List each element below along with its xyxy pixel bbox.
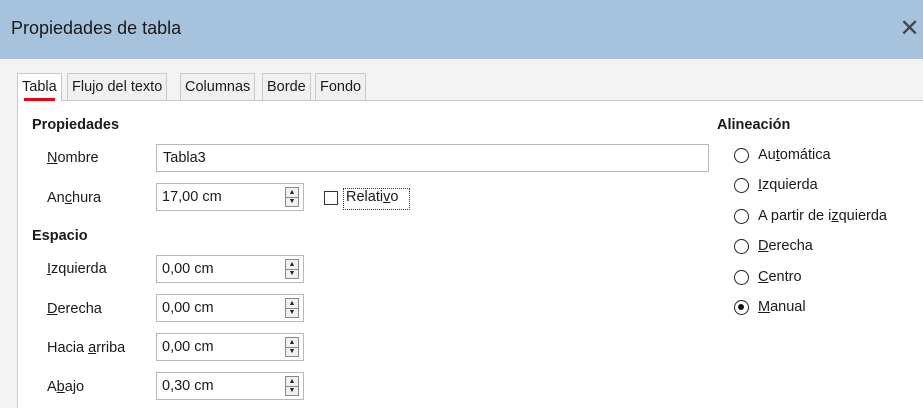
radio-manual[interactable]	[734, 300, 749, 315]
left-spacing-label: Izquierda	[47, 261, 107, 277]
top-spacing-spinbox[interactable]: 0,00 cm ▲ ▼	[156, 333, 304, 361]
tab-label: Flujo del texto	[72, 79, 163, 95]
radio-centro[interactable]	[734, 270, 749, 285]
left-spin-buttons[interactable]: ▲ ▼	[285, 259, 299, 279]
top-spacing-label: Hacia arriba	[47, 340, 126, 356]
radio-derecha[interactable]	[734, 239, 749, 254]
left-spacing-spinbox[interactable]: 0,00 cm ▲ ▼	[156, 255, 304, 283]
tab-fondo[interactable]: Fondo	[315, 73, 367, 100]
radio-izquierda[interactable]	[734, 178, 749, 193]
tab-label: Fondo	[320, 79, 362, 95]
top-spin-buttons[interactable]: ▲ ▼	[285, 337, 299, 357]
right-spacing-label: Derecha	[47, 301, 102, 317]
radio-label-centro[interactable]: Centro	[758, 269, 802, 285]
properties-heading: Propiedades	[32, 117, 120, 133]
radio-label-a-partir-de-izquierda[interactable]: A partir de izquierda	[758, 208, 887, 224]
tab-label: Columnas	[185, 79, 251, 95]
width-spinbox[interactable]: 17,00 cm ▲ ▼	[156, 183, 304, 211]
tab-borde[interactable]: Borde	[262, 73, 311, 100]
spin-down-icon[interactable]: ▼	[286, 386, 298, 395]
tab-tabla[interactable]: Tabla	[17, 73, 62, 101]
bottom-spacing-value: 0,30 cm	[162, 378, 214, 394]
close-icon[interactable]: ✕	[896, 14, 923, 44]
radio-label-automatica[interactable]: Automática	[758, 147, 831, 163]
bottom-spacing-spinbox[interactable]: 0,30 cm ▲ ▼	[156, 372, 304, 400]
title-bar: Propiedades de tabla ✕	[0, 0, 923, 59]
spin-down-icon[interactable]: ▼	[286, 269, 298, 278]
radio-label-izquierda[interactable]: Izquierda	[758, 177, 818, 193]
width-value: 17,00 cm	[162, 189, 222, 205]
relative-label[interactable]: Relativo	[346, 189, 398, 205]
right-spacing-spinbox[interactable]: 0,00 cm ▲ ▼	[156, 294, 304, 322]
window-title: Propiedades de tabla	[11, 18, 182, 38]
alignment-heading: Alineación	[717, 117, 791, 133]
active-tab-indicator	[24, 98, 55, 101]
tab-label: Tabla	[22, 79, 57, 95]
top-spacing-value: 0,00 cm	[162, 339, 214, 355]
left-spacing-value: 0,00 cm	[162, 261, 214, 277]
spin-down-icon[interactable]: ▼	[286, 347, 298, 356]
radio-automatica[interactable]	[734, 148, 749, 163]
relative-checkbox[interactable]	[324, 191, 338, 205]
radio-a-partir-de-izquierda[interactable]	[734, 209, 749, 224]
tab-flujo-del-texto[interactable]: Flujo del texto	[67, 73, 168, 100]
name-field[interactable]	[156, 144, 709, 172]
bottom-spacing-label: Abajo	[47, 379, 85, 395]
right-spacing-value: 0,00 cm	[162, 300, 214, 316]
tab-label: Borde	[267, 79, 306, 95]
width-label: Anchura	[47, 190, 102, 206]
spin-down-icon[interactable]: ▼	[286, 308, 298, 317]
tab-columnas[interactable]: Columnas	[180, 73, 256, 100]
radio-label-manual[interactable]: Manual	[758, 299, 806, 315]
bottom-spin-buttons[interactable]: ▲ ▼	[285, 376, 299, 396]
width-spin-buttons[interactable]: ▲ ▼	[285, 187, 299, 207]
spacing-heading: Espacio	[32, 228, 88, 244]
radio-label-derecha[interactable]: Derecha	[758, 238, 813, 254]
spin-down-icon[interactable]: ▼	[286, 197, 298, 206]
name-label: Nombre	[47, 150, 99, 166]
right-spin-buttons[interactable]: ▲ ▼	[285, 298, 299, 318]
